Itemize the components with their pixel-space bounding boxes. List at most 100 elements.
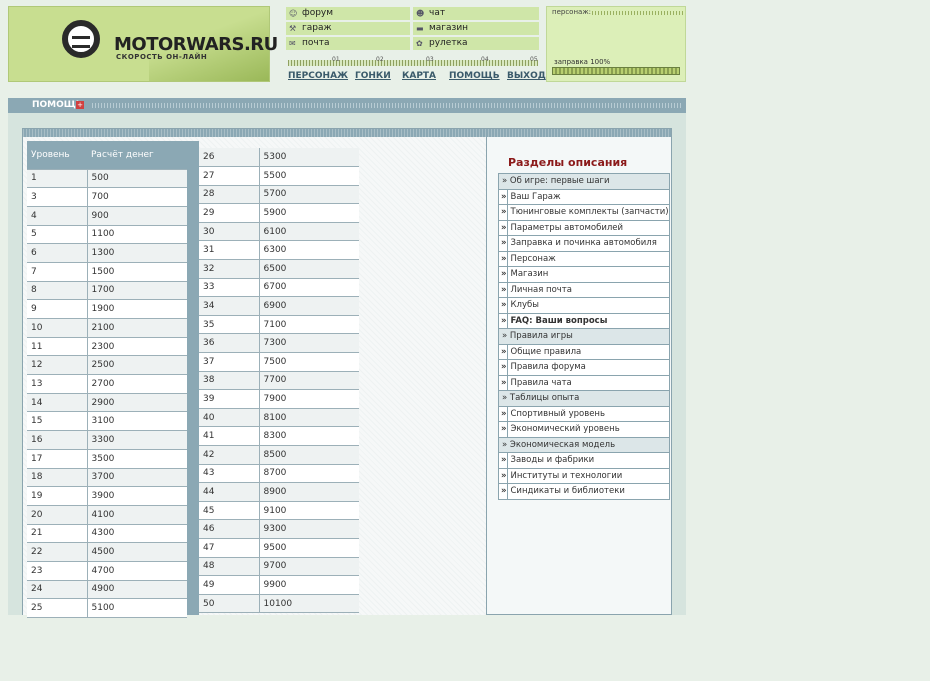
table-row: 23 4700 bbox=[27, 561, 187, 581]
section-link-label[interactable]: Спортивный уровень bbox=[506, 405, 670, 422]
money-cell: 3900 bbox=[87, 486, 187, 506]
section-link-label[interactable]: Тюнинговые комплекты (запчасти) bbox=[506, 204, 670, 221]
sections-title: Разделы описания bbox=[508, 156, 628, 169]
fuel-bar bbox=[552, 67, 680, 75]
money-cell: 9500 bbox=[259, 538, 359, 558]
section-link[interactable]: » FAQ: Ваши вопросы bbox=[498, 312, 670, 329]
table-row: 46 9300 bbox=[199, 519, 359, 539]
level-cell: 11 bbox=[27, 337, 88, 357]
table-separator bbox=[187, 141, 199, 615]
table-row: 36 7300 bbox=[199, 333, 359, 354]
section-link[interactable]: » Заводы и фабрики bbox=[498, 452, 670, 469]
section-group-label[interactable]: » Об игре: первые шаги bbox=[498, 173, 670, 190]
expand-plus-icon[interactable]: + bbox=[76, 101, 84, 109]
section-link[interactable]: » Институты и технологии bbox=[498, 467, 670, 484]
section-group-header[interactable]: » Экономическая модель bbox=[498, 436, 670, 453]
money-cell: 6700 bbox=[259, 278, 359, 298]
section-group-header[interactable]: » Таблицы опыта bbox=[498, 390, 670, 407]
section-group-label[interactable]: » Таблицы опыта bbox=[498, 390, 670, 407]
section-link[interactable]: » Личная почта bbox=[498, 281, 670, 298]
money-cell: 900 bbox=[87, 206, 187, 226]
section-link[interactable]: » Ваш Гараж bbox=[498, 188, 670, 205]
menu-garage[interactable]: ⚒ гараж bbox=[286, 22, 410, 35]
table-row: 32 6500 bbox=[199, 259, 359, 279]
section-link-label[interactable]: FAQ: Ваши вопросы bbox=[506, 312, 670, 329]
level-cell: 34 bbox=[199, 296, 260, 316]
money-cell: 2300 bbox=[87, 337, 187, 357]
table-row: 10 2100 bbox=[27, 318, 187, 338]
section-link[interactable]: » Магазин bbox=[498, 266, 670, 283]
level-cell: 38 bbox=[199, 371, 260, 391]
smiley-icon: ☻ bbox=[416, 9, 425, 18]
nav-character[interactable]: ПЕРСОНАЖ bbox=[288, 71, 348, 81]
character-title: персонаж: bbox=[552, 8, 591, 16]
section-link[interactable]: » Тюнинговые комплекты (запчасти) bbox=[498, 204, 670, 221]
section-group-label[interactable]: » Правила игры bbox=[498, 328, 670, 345]
section-link-label[interactable]: Заводы и фабрики bbox=[506, 452, 670, 469]
money-cell: 2900 bbox=[87, 393, 187, 413]
level-cell: 15 bbox=[27, 411, 88, 432]
section-link[interactable]: » Правила чата bbox=[498, 374, 670, 391]
section-link-label[interactable]: Общие правила bbox=[506, 343, 670, 360]
section-link-label[interactable]: Клубы bbox=[506, 297, 670, 314]
table-row: 44 8900 bbox=[199, 482, 359, 502]
fuel-bar-fill bbox=[553, 68, 679, 74]
section-link[interactable]: » Клубы bbox=[498, 297, 670, 314]
menu-mail-label: почта bbox=[302, 38, 330, 48]
bullet-marker: » bbox=[498, 281, 508, 298]
pane-divider bbox=[486, 137, 487, 615]
bullet-marker: » bbox=[498, 421, 508, 438]
section-group-header[interactable]: » Правила игры bbox=[498, 328, 670, 345]
menu-shop[interactable]: ▬ магазин bbox=[413, 22, 539, 35]
level-cell: 39 bbox=[199, 389, 260, 409]
section-group-header[interactable]: » Об игре: первые шаги bbox=[498, 173, 670, 190]
section-link[interactable]: » Правила форума bbox=[498, 359, 670, 376]
section-link-label[interactable]: Экономический уровень bbox=[506, 421, 670, 438]
menu-forum[interactable]: ☺ форум bbox=[286, 7, 410, 20]
section-link-label[interactable]: Институты и технологии bbox=[506, 467, 670, 484]
nav-help[interactable]: ПОМОЩЬ bbox=[449, 71, 500, 81]
table-row: 38 7700 bbox=[199, 371, 359, 391]
bullet-marker: » bbox=[498, 343, 508, 360]
section-link[interactable]: » Параметры автомобилей bbox=[498, 219, 670, 236]
money-cell: 9900 bbox=[259, 575, 359, 595]
menu-roulette[interactable]: ✿ рулетка bbox=[413, 37, 539, 50]
menu-chat[interactable]: ☻ чат bbox=[413, 7, 539, 20]
nav-races[interactable]: ГОНКИ bbox=[355, 71, 391, 81]
level-cell: 35 bbox=[199, 315, 260, 335]
money-cell: 1900 bbox=[87, 299, 187, 319]
table-row: 24 4900 bbox=[27, 580, 187, 600]
experience-table-left: Уровень Расчёт денег 1 500 3 700 4 900 5 1100 6 1… bbox=[27, 141, 187, 618]
level-cell: 46 bbox=[199, 519, 260, 539]
money-cell: 1700 bbox=[87, 281, 187, 301]
level-cell: 9 bbox=[27, 299, 88, 319]
nav-map[interactable]: КАРТА bbox=[402, 71, 436, 81]
level-cell: 42 bbox=[199, 445, 260, 465]
section-link-label[interactable]: Персонаж bbox=[506, 250, 670, 267]
section-link-label[interactable]: Заправка и починка автомобиля bbox=[506, 235, 670, 252]
section-link-label[interactable]: Параметры автомобилей bbox=[506, 219, 670, 236]
section-link-label[interactable]: Ваш Гараж bbox=[506, 188, 670, 205]
section-link[interactable]: » Заправка и починка автомобиля bbox=[498, 235, 670, 252]
level-cell: 41 bbox=[199, 426, 260, 446]
section-group-label[interactable]: » Экономическая модель bbox=[498, 436, 670, 453]
menu-roulette-label: рулетка bbox=[429, 38, 468, 48]
section-link[interactable]: » Синдикаты и библиотеки bbox=[498, 483, 670, 500]
section-link[interactable]: » Экономический уровень bbox=[498, 421, 670, 438]
menu-mail[interactable]: ✉ почта bbox=[286, 37, 410, 50]
section-link[interactable]: » Спортивный уровень bbox=[498, 405, 670, 422]
section-link-label[interactable]: Правила форума bbox=[506, 359, 670, 376]
sections-list: » Об игре: первые шаги» Ваш Гараж» Тюнинго… bbox=[498, 173, 670, 500]
section-link[interactable]: » Общие правила bbox=[498, 343, 670, 360]
table-row: 40 8100 bbox=[199, 408, 359, 428]
table-row: 12 2500 bbox=[27, 355, 187, 376]
level-cell: 25 bbox=[27, 598, 88, 618]
section-link-label[interactable]: Личная почта bbox=[506, 281, 670, 298]
nav-exit[interactable]: ВЫХОД bbox=[507, 71, 546, 81]
table-row: 6 1300 bbox=[27, 243, 187, 263]
table-row: 31 6300 bbox=[199, 240, 359, 261]
section-link-label[interactable]: Синдикаты и библиотеки bbox=[506, 483, 670, 500]
section-link-label[interactable]: Правила чата bbox=[506, 374, 670, 391]
section-link[interactable]: » Персонаж bbox=[498, 250, 670, 267]
section-link-label[interactable]: Магазин bbox=[506, 266, 670, 283]
